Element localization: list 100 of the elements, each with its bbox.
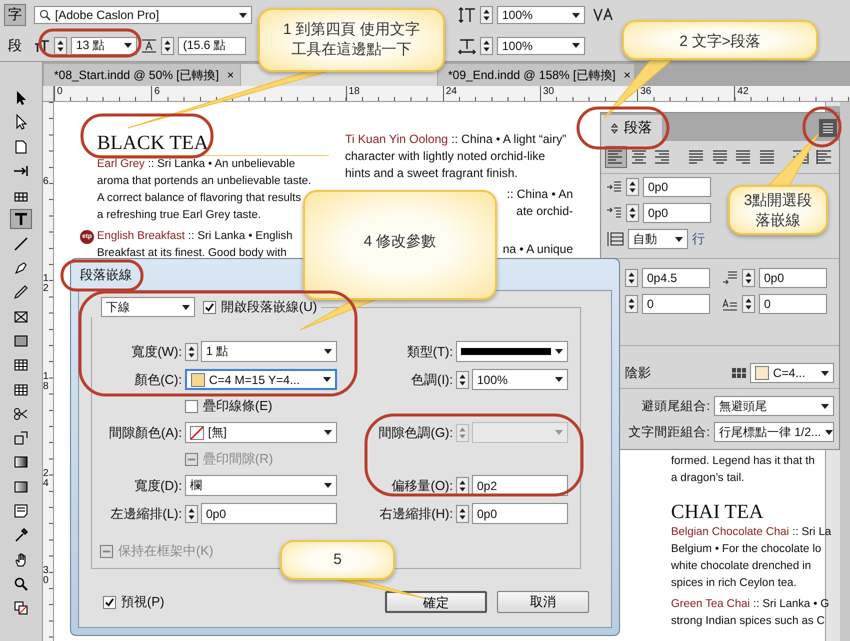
stepper[interactable] (456, 370, 469, 388)
stepper[interactable] (480, 36, 493, 55)
combo-field[interactable]: 行尾標點一律 1/2... (714, 422, 834, 442)
text-line: Belgium • For the chocolate lo (671, 542, 822, 557)
combo-field[interactable]: 1 點 (201, 341, 337, 362)
checkbox[interactable]: 預視(P) (103, 593, 164, 611)
field-label: 右邊縮排(H): (378, 504, 453, 522)
document-tab[interactable]: *08_Start.indd @ 50% [已轉換] × (44, 64, 240, 86)
ruler-label: 24 (442, 86, 457, 101)
text-line: Belgian Chocolate Chai :: Sri La (671, 525, 832, 540)
checkmark-icon (204, 302, 215, 312)
input-field[interactable]: 0p2 (472, 475, 568, 496)
ruler-label: 18 (346, 86, 360, 101)
left-indent-icon (606, 180, 622, 194)
field-label: 顏色(C): (133, 370, 182, 388)
mode-button[interactable]: 段 (4, 34, 26, 57)
input-field[interactable]: 0p0 (643, 203, 711, 223)
caret-icon (675, 236, 683, 242)
stepper[interactable] (54, 36, 67, 55)
no-color-icon (190, 426, 204, 440)
stepper[interactable] (185, 504, 198, 522)
text-line: na • A unique (502, 241, 573, 258)
ruler-label: 30 (540, 86, 554, 101)
checkbox[interactable]: 疊印線條(E) (185, 397, 272, 415)
stepper[interactable] (456, 504, 469, 522)
close-icon[interactable]: × (624, 68, 631, 82)
font-size-field[interactable]: 13 點 (71, 36, 137, 55)
mode-button[interactable]: 字 (4, 4, 26, 26)
stepper[interactable] (626, 204, 639, 222)
font-field[interactable]: [Adobe Caslon Pro] (34, 6, 252, 24)
color-combo-field[interactable]: C=4... (750, 363, 834, 383)
callout: 4 修改參數 (303, 190, 497, 300)
caret-icon (825, 430, 834, 434)
horizontal-scale-field[interactable]: 100% (497, 36, 585, 55)
caret-icon (239, 12, 247, 18)
input-field[interactable]: 0p0 (472, 503, 568, 524)
stepper[interactable] (742, 269, 755, 287)
ruler-label: 6 (43, 177, 49, 188)
stepper[interactable] (742, 295, 755, 313)
input-field[interactable]: 0p0 (759, 268, 827, 288)
callout: 2 文字>段落 (622, 20, 818, 60)
checkbox[interactable]: 開啟段落嵌線(U) (203, 298, 318, 316)
panel-tab[interactable]: 段落 (601, 115, 662, 141)
input-field[interactable]: 0p0 (201, 503, 337, 524)
type-icon[interactable] (10, 209, 32, 230)
text-line: spices in rich Ceylon tea. (671, 576, 797, 591)
stepper[interactable] (456, 476, 469, 494)
menu-icon[interactable] (819, 119, 837, 137)
stepper[interactable] (625, 295, 638, 313)
text-line: :: China • An (506, 186, 573, 203)
leading-field[interactable]: (15.6 點 (178, 36, 246, 55)
stepper[interactable] (625, 269, 638, 287)
combo-field[interactable]: 自動 (628, 229, 688, 249)
kinsoku-label: 避頭尾組合: (642, 398, 710, 414)
text-line: Green Tea Chai :: Sri Lanka • G (671, 597, 830, 612)
color-combo-field[interactable]: C=4 M=15 Y=4... (185, 369, 337, 390)
vertical-scale-icon (458, 7, 476, 24)
ruler-label: 6 (151, 86, 160, 101)
stepper[interactable] (185, 342, 198, 360)
ruler-label: 18 (43, 372, 49, 392)
callout: 1 到第四頁 使用文字工具在這邊點一下 (258, 8, 445, 72)
caret-icon (324, 483, 332, 488)
stepper[interactable] (480, 6, 493, 24)
text-line: formed. Legend has it that th (671, 454, 815, 469)
caret-icon (821, 370, 829, 376)
close-icon[interactable]: × (226, 68, 234, 82)
first-line-icon (606, 206, 622, 220)
combo-field[interactable]: 欄 (185, 475, 337, 496)
combo-field[interactable]: 無避頭尾 (714, 396, 834, 416)
input-field[interactable]: 0 (759, 294, 827, 314)
caret-icon (124, 43, 132, 48)
ruler-label: 24 (43, 468, 49, 489)
caret-icon (323, 377, 331, 382)
input-field[interactable]: 0p4.5 (642, 268, 710, 288)
caret-icon (821, 404, 829, 408)
vertical-scale-field[interactable]: 100% (497, 6, 585, 24)
text-line: A correct balance of flavoring that results (97, 191, 302, 206)
heading: BLACK TEA (97, 131, 329, 156)
color-combo-field[interactable]: [無] (185, 422, 337, 443)
heading: CHAI TEA (671, 500, 764, 524)
stroke-type-combo[interactable] (456, 341, 568, 362)
input-field[interactable]: 0 (642, 294, 710, 314)
document-tab[interactable]: *09_End.indd @ 158% [已轉換] × (438, 64, 634, 86)
input-field[interactable]: 0p0 (643, 177, 711, 197)
dialog-button[interactable]: 取消 (497, 591, 589, 613)
text-line: a refreshing true Earl Grey taste. (97, 208, 262, 223)
ruler-label: 0 (54, 86, 63, 101)
text-line: hints and a sweet fragrant finish. (345, 165, 519, 182)
text-line: Breakfast at its finest. Good body with (97, 246, 288, 261)
field-label: 左邊縮排(L): (110, 504, 182, 522)
dialog-button[interactable]: 確定 (385, 591, 487, 613)
text-line: ate orchid- (516, 203, 573, 220)
caret-icon (572, 12, 580, 18)
caret-icon (182, 304, 190, 310)
text-line: strong Indian spices such as C (671, 614, 825, 629)
stepper[interactable] (626, 178, 639, 196)
field-label: 間隙顏色(A): (108, 424, 182, 442)
stepper[interactable] (161, 36, 174, 55)
combo-field[interactable]: 下線 (101, 297, 195, 317)
combo-field[interactable]: 100% (472, 369, 568, 390)
